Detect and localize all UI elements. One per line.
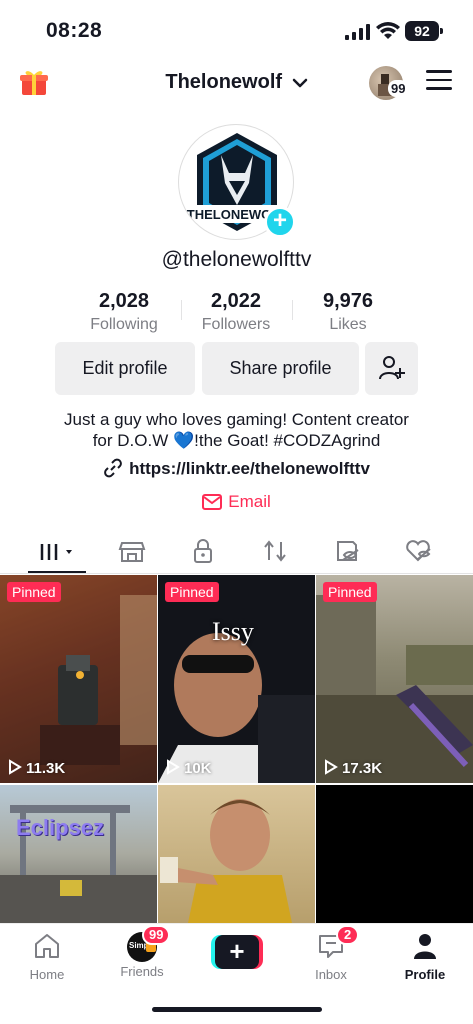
view-count-text: 17.3K (342, 760, 383, 777)
share-profile-button[interactable]: Share profile (202, 342, 359, 395)
thumbnail-image (158, 575, 315, 783)
thumbnail-image (0, 805, 157, 923)
nav-profile[interactable]: Profile (385, 932, 465, 982)
plus-icon: + (215, 935, 259, 969)
play-icon (325, 759, 338, 775)
thumbnail-image (160, 799, 292, 923)
email-button[interactable]: Email (0, 492, 473, 512)
profile-tabs (0, 530, 473, 574)
tab-videos[interactable] (38, 538, 80, 564)
create-button[interactable]: + (211, 935, 263, 969)
profile-bio: Just a guy who loves gaming! Content cre… (30, 409, 443, 451)
repost-icon (264, 540, 286, 562)
stat-value: 9,976 (322, 290, 374, 312)
home-indicator (152, 1007, 322, 1012)
video-thumbnail[interactable]: Eclipsez (0, 785, 157, 923)
video-thumbnail[interactable] (158, 785, 315, 923)
add-friend-button[interactable] (365, 342, 418, 395)
bio-link[interactable]: https://linktr.ee/thelonewolfttv (0, 458, 473, 479)
tab-shop[interactable] (117, 538, 147, 564)
bio-link-text: https://linktr.ee/thelonewolfttv (129, 459, 370, 478)
person-icon (414, 934, 436, 959)
pinned-badge: Pinned (323, 582, 377, 602)
video-grid: Pinned 11.3K Issy Pinned 10K Pinned 17.3… (0, 575, 473, 923)
video-thumbnail[interactable]: Issy Pinned 10K (158, 575, 315, 783)
status-bar: 08:28 92 (0, 0, 473, 62)
tab-reposts[interactable] (260, 538, 290, 564)
video-thumbnail[interactable]: Pinned 11.3K (0, 575, 157, 783)
view-count: 10K (166, 759, 212, 777)
nav-inbox-label: Inbox (315, 967, 347, 982)
stat-label: Followers (201, 316, 271, 333)
friends-badge: 99 (142, 925, 171, 945)
bottom-nav: Home Simp Friends 99 + Inbox 2 Profile (0, 923, 473, 1024)
inbox-badge: 2 (336, 925, 360, 945)
edit-profile-button[interactable]: Edit profile (55, 342, 195, 395)
stat-following[interactable]: 2,028 Following (69, 290, 179, 334)
profile-handle: @thelonewolfttv (161, 248, 312, 271)
top-nav: Thelonewolf 99 (0, 62, 473, 106)
link-icon (104, 458, 122, 478)
home-icon (35, 934, 59, 958)
thumbnail-image (316, 595, 473, 783)
video-thumbnail[interactable]: Pinned 17.3K (316, 575, 473, 783)
battery-indicator: 92 (405, 21, 443, 41)
wifi-icon (376, 22, 400, 39)
bio-line: Just a guy who loves gaming! Content cre… (64, 410, 409, 429)
pinned-badge: Pinned (7, 582, 61, 602)
signal-icon (345, 24, 370, 40)
nav-profile-label: Profile (404, 967, 446, 982)
email-label: Email (228, 492, 271, 511)
lock-icon (194, 539, 212, 563)
stat-likes[interactable]: 9,976 Likes (293, 290, 403, 334)
view-count: 17.3K (324, 759, 382, 777)
account-name: Thelonewolf (165, 71, 283, 93)
hidden-icon (337, 541, 359, 561)
mail-icon (202, 494, 223, 510)
tab-liked[interactable] (403, 538, 433, 564)
view-count-text: 11.3K (26, 760, 66, 777)
stat-label: Likes (329, 316, 367, 333)
active-tab-indicator (28, 571, 86, 573)
add-avatar-button[interactable]: + (264, 206, 296, 238)
videos-grid-icon (40, 544, 72, 560)
stat-followers[interactable]: 2,022 Followers (181, 290, 291, 334)
video-caption: Issy (212, 617, 254, 646)
pinned-badge: Pinned (165, 582, 219, 602)
play-icon (9, 759, 22, 775)
stat-label: Following (90, 316, 158, 333)
video-thumbnail[interactable] (316, 785, 473, 923)
view-count: 11.3K (8, 759, 65, 777)
bio-line: for D.O.W 💙!the Goat! #CODZAgrind (92, 431, 381, 450)
menu-icon[interactable] (426, 70, 452, 92)
thumbnail-image (0, 575, 157, 783)
video-caption: Eclipsez (16, 815, 105, 840)
tab-private[interactable] (188, 538, 218, 564)
play-icon (167, 759, 180, 775)
shop-icon (118, 542, 146, 562)
view-count-text: 10K (184, 760, 212, 777)
stat-value: 2,022 (210, 290, 262, 312)
nav-home-label: Home (29, 967, 65, 982)
tab-hidden[interactable] (332, 538, 362, 564)
chevron-down-icon (292, 78, 307, 87)
stat-value: 2,028 (98, 290, 150, 312)
add-user-icon (378, 356, 405, 380)
profile-stats: 2,028 Following 2,022 Followers 9,976 Li… (0, 290, 473, 334)
heart-hidden-icon (406, 540, 431, 562)
nav-friends-label: Friends (120, 964, 164, 979)
nav-home[interactable]: Home (7, 932, 87, 982)
creator-count-badge: 99 (388, 80, 409, 97)
nav-inbox[interactable]: Inbox (291, 932, 371, 982)
clock: 08:28 (46, 19, 103, 42)
